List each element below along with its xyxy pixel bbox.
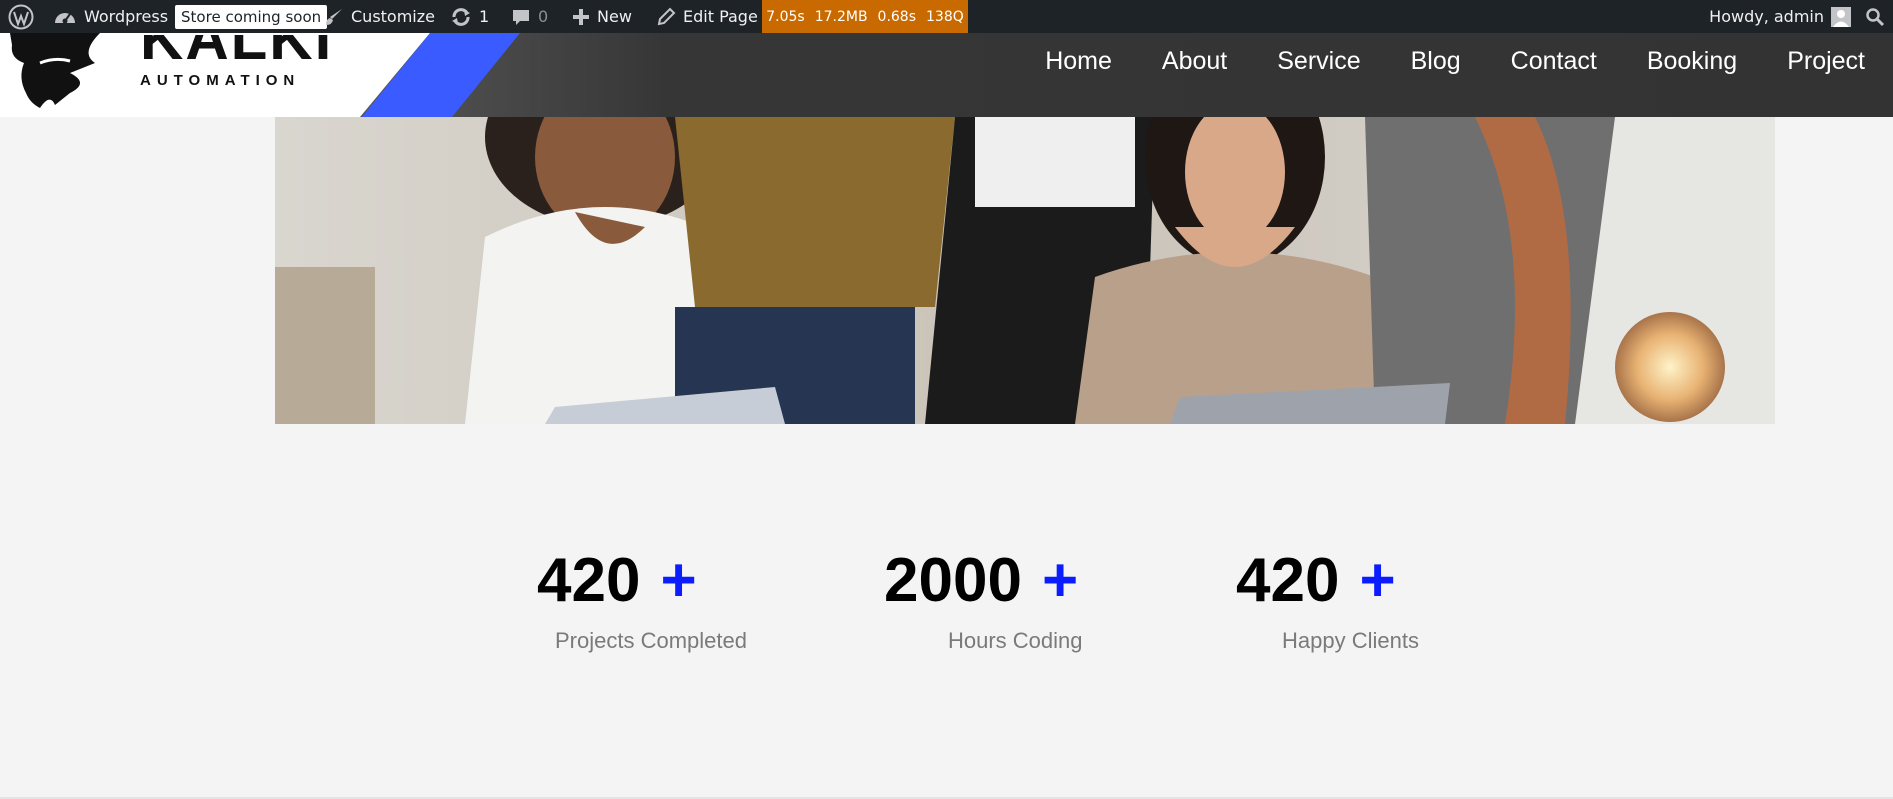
nav-about[interactable]: About	[1162, 47, 1227, 76]
query-monitor-stats[interactable]: 7.05s 17.2MB 0.68s 138Q	[762, 0, 968, 33]
search-button[interactable]	[1865, 0, 1885, 33]
logo-tagline: AUTOMATION	[140, 72, 301, 89]
counter-plus: +	[660, 546, 697, 615]
brush-icon	[326, 8, 342, 25]
counter-label: Happy Clients	[1282, 628, 1419, 653]
main-navigation: Home About Service Blog Contact Booking …	[995, 33, 1893, 89]
qm-queries: 138Q	[926, 8, 964, 25]
site-name: Wordpress	[84, 7, 169, 26]
counter-projects: 420 +	[537, 545, 697, 616]
site-logo[interactable]: KALKI AUTOMATION	[0, 33, 520, 117]
nav-contact[interactable]: Contact	[1511, 47, 1597, 76]
updates-link[interactable]: 1	[450, 0, 489, 33]
qm-db-time: 0.68s	[877, 8, 917, 25]
edit-page-link[interactable]: Edit Page	[656, 0, 758, 33]
comment-icon	[513, 9, 529, 25]
customize-label: Customize	[351, 7, 435, 26]
search-icon	[1866, 7, 1885, 26]
new-content-menu[interactable]: New	[572, 0, 632, 33]
dashboard-icon	[55, 12, 75, 23]
counter-plus: +	[1359, 546, 1396, 615]
store-status-badge[interactable]: Store coming soon	[175, 4, 328, 29]
counter-hours: 2000 +	[884, 545, 1078, 616]
my-account-menu[interactable]: Howdy, admin	[1709, 0, 1851, 33]
customize-link[interactable]: Customize	[324, 0, 435, 33]
counter-label: Projects Completed	[555, 628, 747, 653]
counter-clients-label-wrap: Happy Clients	[1282, 628, 1419, 654]
wordpress-icon	[8, 4, 34, 29]
edit-page-label: Edit Page	[683, 7, 758, 26]
counter-plus: +	[1041, 546, 1079, 615]
qm-time: 7.05s	[766, 8, 805, 25]
site-name-menu[interactable]: Wordpress Store coming soon	[53, 0, 328, 33]
new-label: New	[597, 7, 632, 26]
hero-team-image	[275, 117, 1775, 424]
pencil-icon	[657, 7, 676, 25]
nav-blog[interactable]: Blog	[1411, 47, 1461, 76]
counter-number: 420	[537, 546, 641, 615]
wp-logo-menu[interactable]	[8, 0, 34, 33]
counter-number: 420	[1236, 546, 1340, 615]
counter-hours-label-wrap: Hours Coding	[948, 628, 1083, 654]
qm-memory: 17.2MB	[814, 8, 868, 25]
counter-projects-label-wrap: Projects Completed	[555, 628, 747, 654]
avatar-icon	[1831, 6, 1851, 27]
nav-home[interactable]: Home	[1045, 47, 1112, 76]
counter-clients: 420 +	[1236, 545, 1396, 616]
howdy-text: Howdy, admin	[1709, 7, 1824, 26]
admin-bar: Wordpress Store coming soon Customize 1 …	[0, 0, 1893, 33]
counter-number: 2000	[884, 546, 1022, 615]
plus-icon	[573, 8, 589, 25]
comments-count: 0	[538, 7, 549, 26]
counter-label: Hours Coding	[948, 628, 1083, 653]
nav-booking[interactable]: Booking	[1647, 47, 1737, 76]
nav-project[interactable]: Project	[1787, 47, 1865, 76]
nav-service[interactable]: Service	[1277, 47, 1360, 76]
refresh-icon	[452, 7, 470, 26]
comments-link[interactable]: 0	[511, 0, 548, 33]
updates-count: 1	[479, 7, 490, 26]
